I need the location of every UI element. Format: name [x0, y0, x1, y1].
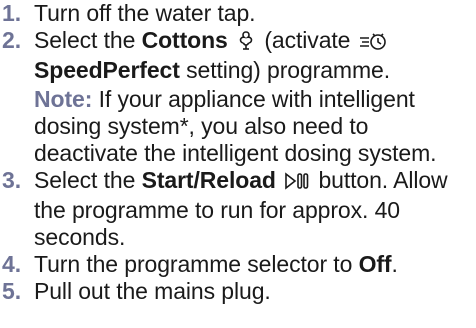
- note-text: If your appliance with intelligent dosin…: [34, 86, 437, 166]
- step-1: 1. Turn off the water tap.: [0, 0, 476, 27]
- step-text-pre: Select the: [34, 167, 142, 193]
- step-text-pre: Select the: [34, 27, 142, 53]
- step-2: 2. Select the Cottons (activate SpeedPer…: [0, 27, 476, 167]
- setting-name: SpeedPerfect: [34, 57, 180, 83]
- step-number: 4.: [2, 251, 21, 277]
- instruction-list: 1. Turn off the water tap. 2. Select the…: [0, 0, 476, 305]
- step-number: 2.: [2, 27, 21, 53]
- speedperfect-clock-icon: [359, 30, 387, 57]
- cotton-flower-icon: [236, 29, 256, 57]
- note-label: Note:: [34, 86, 93, 112]
- step-text: Pull out the mains plug.: [34, 278, 271, 304]
- button-name: Start/Reload: [141, 167, 276, 193]
- start-pause-icon: [284, 170, 310, 197]
- note: Note: If your appliance with intelligent…: [34, 84, 476, 167]
- step-text-post: setting) programme.: [179, 57, 391, 83]
- selector-setting: Off: [358, 251, 392, 277]
- step-number: 1.: [2, 0, 21, 26]
- step-text-post: .: [391, 251, 398, 277]
- step-3: 3. Select the Start/Reload button. Allow…: [0, 167, 476, 251]
- step-text-mid: (activate: [258, 27, 357, 53]
- programme-name: Cottons: [141, 27, 228, 53]
- step-text-pre: Turn the programme selector to: [34, 251, 359, 277]
- step-5: 5. Pull out the mains plug.: [0, 278, 476, 305]
- step-number: 3.: [2, 167, 21, 193]
- step-text: Turn off the water tap.: [34, 0, 256, 26]
- step-number: 5.: [2, 278, 21, 304]
- step-4: 4. Turn the programme selector to Off.: [0, 251, 476, 278]
